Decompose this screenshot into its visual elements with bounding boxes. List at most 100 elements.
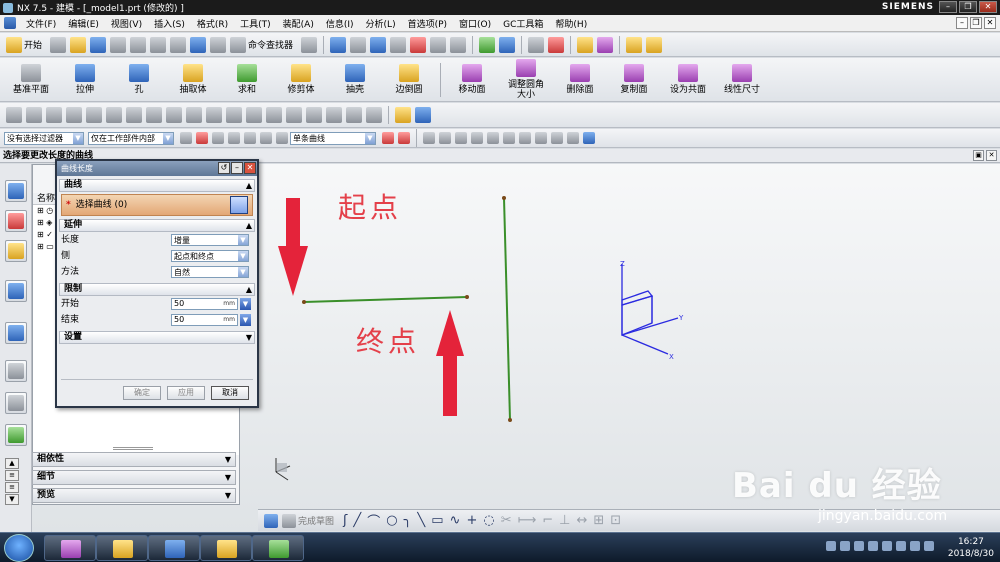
tray-security-icon[interactable]	[924, 541, 934, 551]
offset-curve-icon[interactable]: ◌	[483, 513, 494, 528]
green-refresh-icon	[269, 540, 289, 558]
auto-dimension-icon[interactable]: ↔	[576, 513, 587, 528]
convert-reference-icon[interactable]: ⊡	[610, 513, 621, 528]
taskbar-app-nx[interactable]	[200, 535, 252, 561]
studio-spline-icon[interactable]: ∿	[450, 513, 461, 528]
curve-length-dialog: 曲线长度 ↺ – ✕ 曲线 ▲ * 选择曲线 (0) 延伸 ▲ 长度 增量 ▼ 侧 起…	[55, 159, 259, 408]
point-icon[interactable]: +	[466, 513, 477, 528]
end-label: 结束	[61, 315, 80, 325]
group-curve-collapse-icon: ▲	[245, 181, 252, 190]
end-value-input[interactable]: 50 mm	[171, 314, 238, 326]
side-label: 侧	[61, 251, 71, 261]
tray-network-icon[interactable]	[896, 541, 906, 551]
quick-trim-icon[interactable]: ✂	[501, 513, 512, 528]
method-row: 方法 自然 ▼	[61, 264, 253, 280]
start-row: 开始 50 mm ▼	[61, 296, 253, 312]
apply-button[interactable]: 应用	[167, 386, 205, 400]
taskbar-app-explorer[interactable]	[96, 535, 148, 561]
end-row: 结束 50 mm ▼	[61, 312, 253, 328]
chamfer-icon[interactable]: ╲	[417, 513, 425, 528]
group-curve-header[interactable]: 曲线 ▲	[59, 179, 255, 192]
tray-volume-icon[interactable]	[910, 541, 920, 551]
windows-taskbar: 16:27 2018/8/30	[0, 532, 1000, 562]
rectangle-icon[interactable]: ▭	[431, 513, 443, 528]
dialog-title: 曲线长度	[61, 164, 93, 173]
side-select[interactable]: 起点和终点 ▼	[171, 250, 249, 262]
profile-icon[interactable]: ʃ	[343, 513, 347, 528]
group-settings-header[interactable]: 设置 ▼	[59, 331, 255, 344]
nx-window: NX 7.5 - 建模 - [_model1.prt (修改的) ] SIEME…	[0, 0, 1000, 562]
select-curve-count: (0)	[114, 200, 128, 210]
dialog-collapse-icon[interactable]: –	[231, 162, 243, 174]
ok-button[interactable]: 确定	[123, 386, 161, 400]
tray-icon-5[interactable]	[882, 541, 892, 551]
start-point-annotation: 起点	[338, 191, 403, 224]
circle-icon[interactable]: ○	[386, 513, 397, 528]
length-select[interactable]: 增量 ▼	[171, 234, 249, 246]
group-limits-collapse-icon: ▲	[245, 285, 252, 294]
watermark-url: jingyan.baidu.com	[818, 508, 948, 524]
horizontal-curve-end-point	[465, 295, 469, 299]
wcs-x-label: X	[669, 353, 674, 361]
tray-icon-1[interactable]	[826, 541, 836, 551]
paint-app-icon	[165, 540, 185, 558]
taskbar-app-refresh[interactable]	[252, 535, 304, 561]
cancel-button[interactable]: 取消	[211, 386, 249, 400]
length-row: 长度 增量 ▼	[61, 232, 253, 248]
dialog-title-bar[interactable]: 曲线长度 ↺ – ✕	[57, 161, 257, 176]
dialog-close-icon[interactable]: ✕	[244, 162, 256, 174]
sketch-icon[interactable]	[264, 513, 278, 528]
method-select[interactable]: 自然 ▼	[171, 266, 249, 278]
select-curve-label: 选择曲线	[75, 200, 112, 210]
length-label: 长度	[61, 235, 80, 245]
clock-time: 16:27	[957, 537, 984, 547]
tray-icon-4[interactable]	[868, 541, 878, 551]
wcs-triad	[621, 264, 679, 355]
end-point-annotation: 终点	[356, 325, 421, 358]
taskbar-app-1[interactable]	[44, 535, 96, 561]
start-point-arrow	[278, 198, 308, 296]
taskbar-app-paint[interactable]	[148, 535, 200, 561]
start-value-input[interactable]: 50 mm	[171, 298, 238, 310]
arc-icon[interactable]: ⌒	[367, 511, 380, 530]
method-label: 方法	[61, 267, 80, 277]
system-tray	[826, 541, 934, 551]
folder-icon	[113, 540, 133, 558]
vertical-curve[interactable]	[503, 197, 511, 421]
start-value-menu-icon[interactable]: ▼	[240, 298, 251, 310]
finish-sketch-button[interactable]: 完成草图	[298, 514, 334, 527]
quick-extend-icon[interactable]: ⟼	[518, 513, 537, 528]
side-row: 侧 起点和终点 ▼	[61, 248, 253, 264]
select-curve-row[interactable]: * 选择曲线 (0)	[61, 194, 253, 216]
required-star-icon: *	[66, 200, 71, 210]
end-value-menu-icon[interactable]: ▼	[240, 314, 251, 326]
constraints-icon[interactable]: ⊥	[559, 513, 570, 528]
make-corner-icon[interactable]: ⌐	[542, 513, 553, 528]
group-limits-header[interactable]: 限制 ▲	[59, 283, 255, 296]
start-label: 开始	[61, 299, 80, 309]
group-settings-expand-icon: ▼	[245, 333, 252, 342]
group-extend-collapse-icon: ▲	[245, 221, 252, 230]
horizontal-curve-start-point	[302, 300, 306, 304]
group-extend-header[interactable]: 延伸 ▲	[59, 219, 255, 232]
line-icon[interactable]: ╱	[353, 513, 361, 528]
vertical-curve-bottom-point	[508, 418, 512, 422]
horizontal-curve[interactable]	[303, 296, 468, 303]
show-constraints-icon[interactable]: ⊞	[593, 513, 604, 528]
wcs-y-label: Y	[678, 314, 684, 322]
finish-sketch-icon[interactable]	[282, 513, 296, 528]
taskbar-clock[interactable]: 16:27 2018/8/30	[948, 536, 994, 560]
fillet-icon[interactable]: ╮	[404, 513, 412, 528]
vertical-curve-top-point	[502, 196, 506, 200]
watermark-brand: Bai du 经验	[732, 466, 942, 506]
app-swirl-icon	[61, 540, 81, 558]
tray-icon-3[interactable]	[854, 541, 864, 551]
nx-app-icon	[217, 540, 237, 558]
start-orb-icon[interactable]	[4, 534, 34, 562]
baidu-jingyan-watermark: Bai du 经验 jingyan.baidu.com	[732, 458, 947, 524]
absolute-csys-icon	[275, 458, 291, 481]
tray-help-icon[interactable]	[840, 541, 850, 551]
end-point-arrow	[436, 310, 464, 416]
dialog-reset-icon[interactable]: ↺	[218, 162, 230, 174]
select-curve-icon[interactable]	[230, 196, 248, 214]
